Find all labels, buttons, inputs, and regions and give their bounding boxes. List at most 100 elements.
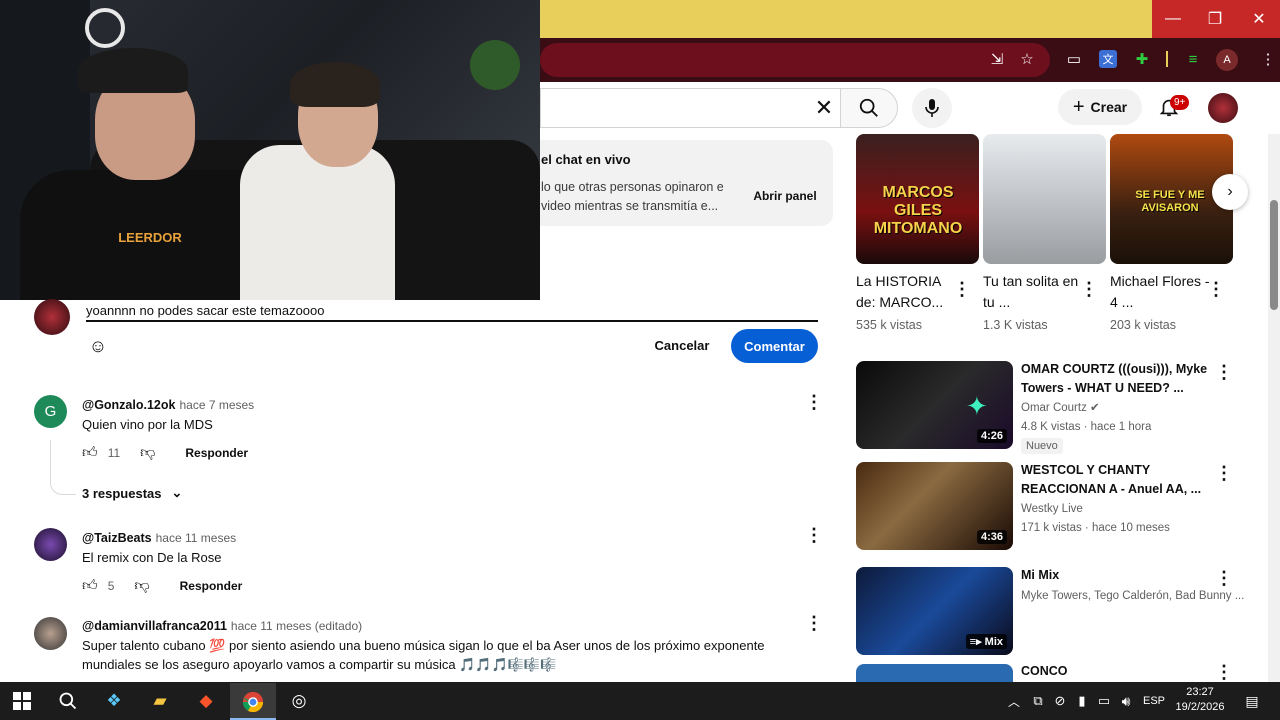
thumb-graphic: ✦	[966, 391, 988, 421]
video-title[interactable]: OMAR COURTZ (((ousi))), Myke Towers - WH…	[1021, 360, 1217, 398]
comment-text: Super talento cubano 💯 por siento asiend…	[82, 638, 765, 672]
short-thumbnail[interactable]: MARCOS GILES MITOMANO	[856, 134, 979, 264]
search-icon	[859, 98, 878, 117]
taskbar-search-glyph	[59, 692, 77, 710]
comment-time[interactable]: hace 7 meses	[179, 398, 254, 412]
short-title[interactable]: Tu tan solita en tu ...	[983, 271, 1083, 313]
extension-icon[interactable]: ≡	[1181, 47, 1205, 71]
comment-author[interactable]: @damianvillafranca2011	[82, 619, 227, 633]
browser-profile-avatar[interactable]: A	[1216, 49, 1238, 71]
like-icon[interactable]: 👍︎	[82, 577, 98, 595]
short-thumbnail[interactable]	[983, 134, 1106, 264]
comment-menu-icon[interactable]: ⋮	[804, 523, 824, 547]
video-duration: 4:26	[976, 429, 1007, 443]
short-title[interactable]: Michael Flores - 4 ...	[1110, 271, 1210, 313]
create-button[interactable]: + Crear	[1058, 89, 1142, 125]
voice-search-button[interactable]	[912, 88, 952, 128]
video-thumbnail[interactable]	[856, 664, 1013, 682]
emoji-icon[interactable]: ☺	[86, 334, 110, 358]
dislike-icon[interactable]: 👎︎	[134, 577, 149, 595]
open-panel-button[interactable]: Abrir panel	[746, 182, 824, 210]
short-menu-icon[interactable]: ⋮	[952, 277, 972, 301]
video-thumbnail[interactable]: ✦ 4:26	[856, 361, 1013, 449]
close-window-button[interactable]: ✕	[1238, 0, 1280, 38]
notifications-center-icon[interactable]: ▤	[1238, 688, 1266, 714]
close-icon[interactable]: ✕	[810, 94, 838, 122]
address-bar[interactable]	[540, 43, 1050, 77]
account-avatar[interactable]	[1208, 93, 1238, 123]
translate-icon[interactable]: 文	[1099, 50, 1117, 68]
cast-icon[interactable]: ▭	[1062, 47, 1086, 71]
video-title[interactable]: Mi Mix	[1021, 566, 1217, 585]
show-replies-button[interactable]: 3 respuestas ⌄	[82, 485, 182, 501]
chrome-logo-icon	[242, 691, 264, 713]
video-thumbnail[interactable]: ≡▸ Mix	[856, 567, 1013, 655]
comment-menu-icon[interactable]: ⋮	[804, 390, 824, 414]
video-channel[interactable]: Westky Live	[1021, 500, 1083, 518]
ring-light	[85, 8, 125, 48]
short-thumb-text: MARCOS GILES MITOMANO	[873, 184, 963, 237]
short-title[interactable]: La HISTORIA de: MARCO...	[856, 271, 956, 313]
plus-icon: +	[1072, 95, 1085, 118]
comment-time[interactable]: hace 11 meses	[156, 531, 237, 545]
clock-time: 23:27	[1186, 686, 1214, 698]
person-right-body	[240, 145, 395, 300]
mix-badge: ≡▸ Mix	[965, 634, 1007, 649]
search-icon[interactable]	[54, 688, 82, 714]
short-views: 535 k vistas	[856, 318, 923, 332]
windows-start-icon[interactable]	[8, 688, 36, 714]
chevron-right-icon[interactable]: ›	[1212, 174, 1248, 210]
avatar[interactable]	[34, 617, 67, 650]
avatar[interactable]: G	[34, 395, 67, 428]
comment-header: @Gonzalo.12ok hace 7 meses	[82, 396, 254, 414]
install-app-icon[interactable]: ⇲	[985, 47, 1009, 71]
browser-menu-icon[interactable]: ⋮	[1256, 47, 1280, 71]
comment-submit-button[interactable]: Comentar	[731, 329, 818, 363]
video-channel[interactable]: Omar Courtz ✔	[1021, 399, 1100, 417]
chrome-icon[interactable]	[239, 689, 267, 715]
scrollbar-thumb[interactable]	[1270, 200, 1278, 310]
windows-logo-icon	[13, 692, 31, 710]
comment-header: @damianvillafranca2011 hace 11 meses (edi…	[82, 617, 362, 635]
bookmark-star-icon[interactable]: ☆	[1015, 47, 1039, 71]
language-indicator[interactable]: ESP	[1143, 695, 1165, 707]
create-label: Crear	[1090, 99, 1128, 115]
clock[interactable]: 23:27 19/2/2026	[1170, 685, 1230, 715]
live-chat-title: el chat en vivo	[541, 152, 631, 167]
file-explorer-icon[interactable]: ▰	[146, 688, 174, 714]
brave-browser-icon[interactable]: ◆	[192, 688, 220, 714]
maximize-button[interactable]: ❐	[1194, 0, 1236, 38]
video-thumbnail[interactable]: 4:36	[856, 462, 1013, 550]
video-title[interactable]: WESTCOL Y CHANTY REACCIONAN A - Anuel AA…	[1021, 461, 1217, 499]
microphone-icon	[925, 99, 939, 117]
reply-button[interactable]: Responder	[185, 446, 248, 460]
video-title[interactable]: CONCO	[1021, 662, 1217, 681]
search-input[interactable]	[540, 88, 850, 128]
cap	[78, 48, 188, 93]
cancel-button[interactable]: Cancelar	[644, 329, 720, 361]
video-menu-icon[interactable]: ⋮	[1214, 360, 1234, 384]
copilot-icon[interactable]: ❖	[100, 688, 128, 714]
comment-author[interactable]: @Gonzalo.12ok	[82, 398, 175, 412]
minimize-button[interactable]: —	[1152, 0, 1194, 38]
comment-actions: 👍︎ 5 👎︎ Responder	[82, 577, 242, 595]
video-menu-icon[interactable]: ⋮	[1214, 461, 1234, 485]
shirt-logo: LEERDOR	[118, 230, 182, 245]
reply-button[interactable]: Responder	[180, 579, 243, 593]
comment-menu-icon[interactable]: ⋮	[804, 611, 824, 635]
short-menu-icon[interactable]: ⋮	[1206, 277, 1226, 301]
short-menu-icon[interactable]: ⋮	[1079, 277, 1099, 301]
like-icon[interactable]: 👍︎	[82, 444, 98, 462]
obs-icon[interactable]: ◎	[285, 688, 313, 714]
video-menu-icon[interactable]: ⋮	[1214, 662, 1234, 682]
volume-icon[interactable]: 🔊︎	[1112, 688, 1140, 714]
avatar[interactable]	[34, 528, 67, 561]
video-menu-icon[interactable]: ⋮	[1214, 566, 1234, 590]
comment-input[interactable]	[86, 300, 818, 322]
comment-author[interactable]: @TaizBeats	[82, 531, 152, 545]
dislike-icon[interactable]: 👎︎	[140, 444, 155, 462]
extension-puzzle-icon[interactable]: ✚	[1130, 47, 1154, 71]
search-button[interactable]	[840, 88, 898, 128]
comment-time[interactable]: hace 11 meses (editado)	[231, 619, 362, 633]
webcam-overlay: LEERDOR	[0, 0, 540, 300]
